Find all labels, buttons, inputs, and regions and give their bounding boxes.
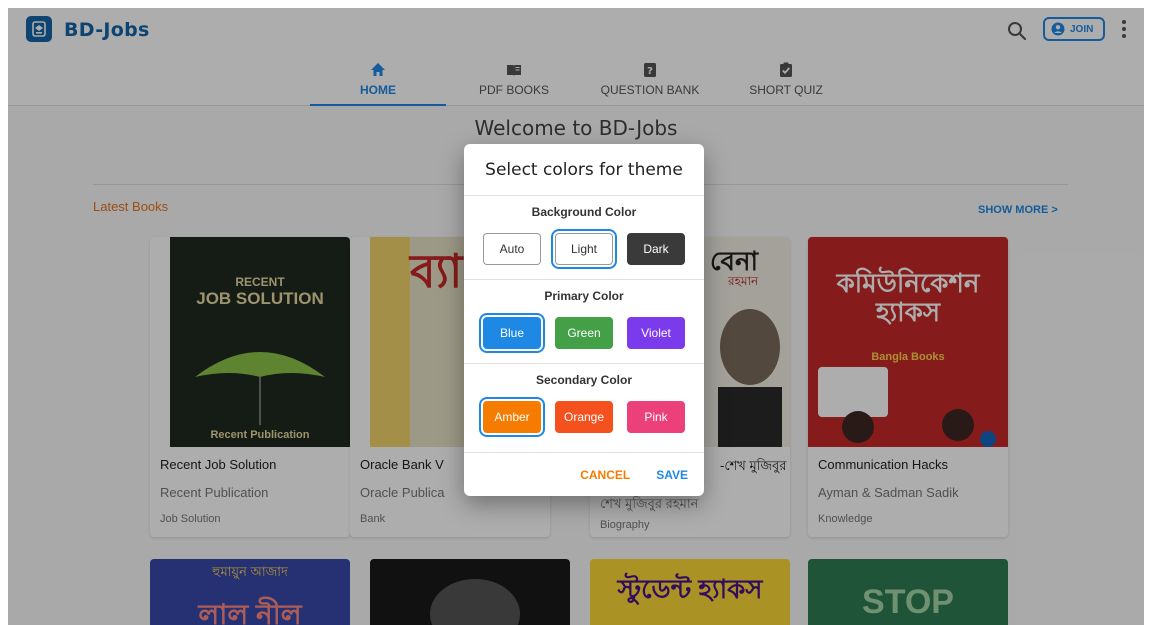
- primary-violet-option[interactable]: Violet: [627, 317, 685, 349]
- save-button[interactable]: SAVE: [656, 468, 688, 482]
- secondary-orange-option[interactable]: Orange: [555, 401, 613, 433]
- cancel-button[interactable]: CANCEL: [580, 468, 630, 482]
- bg-dark-option[interactable]: Dark: [627, 233, 685, 265]
- secondary-pink-option[interactable]: Pink: [627, 401, 685, 433]
- secondary-options: Amber Orange Pink: [464, 397, 704, 437]
- dialog-divider: [464, 279, 704, 280]
- secondary-amber-option[interactable]: Amber: [479, 397, 545, 437]
- dialog-divider: [464, 452, 704, 453]
- background-options: Auto Light Dark: [464, 229, 704, 269]
- primary-green-option[interactable]: Green: [555, 317, 613, 349]
- primary-options: Blue Green Violet: [464, 313, 704, 353]
- bg-light-option[interactable]: Light: [551, 229, 617, 269]
- theme-color-dialog: Select colors for theme Background Color…: [464, 144, 704, 496]
- dialog-title: Select colors for theme: [485, 160, 683, 180]
- dialog-divider: [464, 195, 704, 196]
- primary-blue-option[interactable]: Blue: [479, 313, 545, 353]
- dialog-actions: CANCEL SAVE: [580, 468, 688, 482]
- primary-color-label: Primary Color: [544, 289, 624, 303]
- bg-auto-option[interactable]: Auto: [483, 233, 541, 265]
- dialog-divider: [464, 363, 704, 364]
- app-root: BD-Jobs JOIN HOME PDF BOOKS ? QUESTION B…: [8, 8, 1144, 625]
- background-color-label: Background Color: [531, 205, 637, 219]
- secondary-color-label: Secondary Color: [535, 373, 633, 387]
